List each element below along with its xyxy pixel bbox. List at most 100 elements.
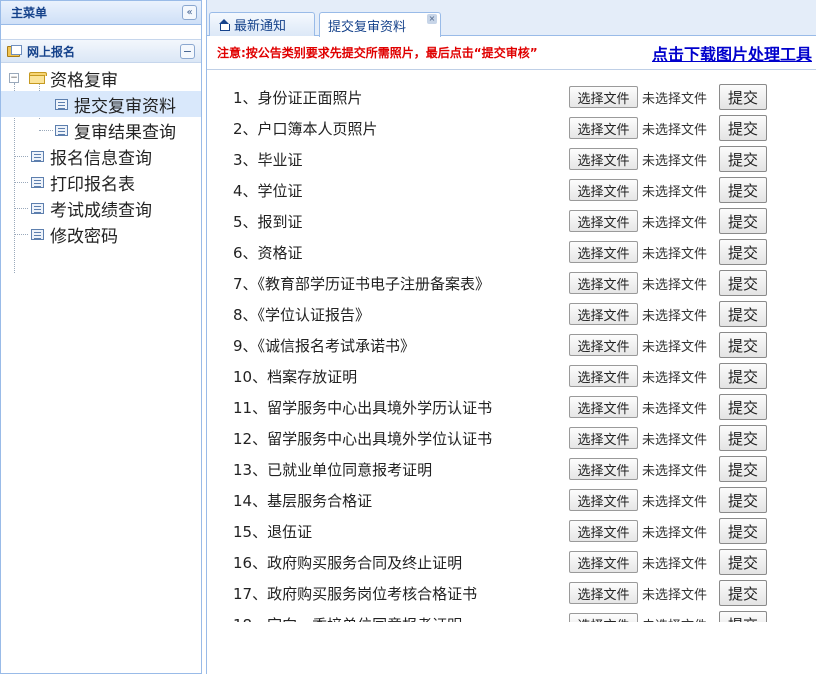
no-file-selected-text: 未选择文件 bbox=[642, 340, 708, 355]
tab-bar: 最新通知 提交复审资料 × bbox=[207, 0, 816, 37]
submit-button[interactable]: 提交 bbox=[719, 270, 767, 296]
app-root: 主菜单 « 网上报名 − − 资格复审 提交复审资料 复审结果查询 报名信息查询… bbox=[0, 0, 816, 674]
tab-label: 提交复审资料 bbox=[328, 19, 407, 35]
choose-file-button[interactable]: 选择文件 bbox=[569, 365, 638, 387]
submit-button[interactable]: 提交 bbox=[719, 177, 767, 203]
submit-button[interactable]: 提交 bbox=[719, 301, 767, 327]
main-menu-panel: 主菜单 « 网上报名 − − 资格复审 提交复审资料 复审结果查询 报名信息查询… bbox=[0, 0, 202, 674]
upload-form: 1、身份证正面照片 选择文件 未选择文件 提交 2、户口簿本人页照片 选择文件 未选择文件提… bbox=[207, 70, 816, 622]
tab-label: 最新通知 bbox=[234, 19, 287, 34]
tree-folder-label: 资格复审 bbox=[50, 70, 118, 91]
choose-file-button[interactable]: 选择文件 bbox=[569, 396, 638, 418]
no-file-selected-text: 未选择文件 bbox=[642, 526, 708, 541]
upload-item-label: 13、已就业单位同意报考证明 bbox=[233, 461, 433, 479]
choose-file-button[interactable]: 选择文件 bbox=[569, 241, 638, 263]
upload-row: 13、已就业单位同意报考证明 选择文件 未选择文件 提交 bbox=[207, 454, 816, 485]
submit-button[interactable]: 提交 bbox=[719, 332, 767, 358]
no-file-selected-text: 未选择文件 bbox=[642, 557, 708, 572]
submit-button[interactable]: 提交 bbox=[719, 239, 767, 265]
tree-item-exam-score-query[interactable]: 考试成绩查询 bbox=[1, 195, 201, 221]
submit-button[interactable]: 提交 bbox=[719, 580, 767, 606]
choose-file-button[interactable]: 选择文件 bbox=[569, 489, 638, 511]
tab-submit-review-materials[interactable]: 提交复审资料 × bbox=[319, 12, 441, 37]
upload-item-label: 15、退伍证 bbox=[233, 523, 313, 541]
download-tool-link[interactable]: 点击下载图片处理工具 bbox=[652, 41, 812, 65]
choose-file-button[interactable]: 选择文件 bbox=[569, 334, 638, 356]
close-tab-icon[interactable]: × bbox=[427, 14, 437, 24]
online-registration-header[interactable]: 网上报名 − bbox=[1, 39, 201, 63]
no-file-selected-text: 未选择文件 bbox=[642, 402, 708, 417]
upload-row: 6、资格证 选择文件 未选择文件 提交 bbox=[207, 237, 816, 268]
tree-item-print-registration-form[interactable]: 打印报名表 bbox=[1, 169, 201, 195]
choose-file-button[interactable]: 选择文件 bbox=[569, 179, 638, 201]
upload-row: 17、政府购买服务岗位考核合格证书 选择文件 未选择文件 提交 bbox=[207, 578, 816, 609]
choose-file-button[interactable]: 选择文件 bbox=[569, 86, 638, 108]
collapse-menu-icon[interactable]: « bbox=[182, 5, 197, 20]
upload-row: 12、留学服务中心出具境外学位认证书 选择文件 未选择文件 提交 bbox=[207, 423, 816, 454]
tree-item-submit-review-materials[interactable]: 提交复审资料 bbox=[1, 91, 201, 117]
submit-button[interactable]: 提交 bbox=[719, 394, 767, 420]
choose-file-button[interactable]: 选择文件 bbox=[569, 210, 638, 232]
choose-file-button[interactable]: 选择文件 bbox=[569, 272, 638, 294]
submit-button[interactable]: 提交 bbox=[719, 146, 767, 172]
upload-row: 2、户口簿本人页照片 选择文件 未选择文件 提交 bbox=[207, 113, 816, 144]
choose-file-button[interactable]: 选择文件 bbox=[569, 520, 638, 542]
tree-item-label: 打印报名表 bbox=[50, 174, 135, 195]
upload-item-label: 4、学位证 bbox=[233, 182, 303, 200]
minimize-group-icon[interactable]: − bbox=[180, 43, 195, 59]
no-file-selected-text: 未选择文件 bbox=[642, 464, 708, 479]
document-icon bbox=[31, 176, 44, 188]
upload-row: 10、档案存放证明 选择文件 未选择文件 提交 bbox=[207, 361, 816, 392]
tree-item-label: 提交复审资料 bbox=[74, 96, 176, 117]
tab-latest-notice[interactable]: 最新通知 bbox=[209, 12, 315, 36]
no-file-selected-text: 未选择文件 bbox=[642, 154, 708, 169]
choose-file-button[interactable]: 选择文件 bbox=[569, 458, 638, 480]
no-file-selected-text: 未选择文件 bbox=[642, 92, 708, 107]
upload-row: 18、定向、委培单位同意报考证明 选择文件未选择文件 提交 bbox=[207, 609, 816, 622]
submit-button[interactable]: 提交 bbox=[719, 456, 767, 482]
submit-button[interactable]: 提交 bbox=[719, 84, 767, 110]
tree-collapse-toggle-icon[interactable]: − bbox=[9, 73, 19, 83]
no-file-selected-text: 未选择文件 bbox=[642, 309, 708, 324]
notice-text: 注意:按公告类别要求先提交所需照片，最后点击“提交审核” bbox=[217, 46, 538, 60]
tree-item-registration-info-query[interactable]: 报名信息查询 bbox=[1, 143, 201, 169]
tree-item-change-password[interactable]: 修改密码 bbox=[1, 221, 201, 247]
submit-button[interactable]: 提交 bbox=[719, 363, 767, 389]
submit-button[interactable]: 提交 bbox=[719, 611, 767, 622]
no-file-selected-text: 未选择文件 bbox=[642, 495, 708, 510]
upload-item-label: 6、资格证 bbox=[233, 244, 303, 262]
no-file-selected-text: 未选择文件 bbox=[642, 123, 708, 138]
menu-tree: − 资格复审 提交复审资料 复审结果查询 报名信息查询 打印报名表 考试成绩查询… bbox=[1, 63, 201, 273]
no-file-selected-text: 未选择文件 bbox=[642, 588, 708, 603]
upload-item-label: 5、报到证 bbox=[233, 213, 303, 231]
submit-button[interactable]: 提交 bbox=[719, 487, 767, 513]
submit-button[interactable]: 提交 bbox=[719, 208, 767, 234]
submit-button[interactable]: 提交 bbox=[719, 115, 767, 141]
choose-file-button[interactable]: 选择文件 bbox=[569, 551, 638, 573]
submit-button[interactable]: 提交 bbox=[719, 518, 767, 544]
upload-item-label: 14、基层服务合格证 bbox=[233, 492, 373, 510]
no-file-selected-text: 未选择文件 bbox=[642, 371, 708, 386]
upload-item-label: 9、《诚信报名考试承诺书》 bbox=[233, 337, 416, 355]
tree-item-label: 报名信息查询 bbox=[50, 148, 152, 169]
upload-item-label: 16、政府购买服务合同及终止证明 bbox=[233, 554, 463, 572]
choose-file-button[interactable]: 选择文件 bbox=[569, 427, 638, 449]
tree-item-review-result-query[interactable]: 复审结果查询 bbox=[1, 117, 201, 143]
tree-item-label: 修改密码 bbox=[50, 226, 118, 247]
submit-button[interactable]: 提交 bbox=[719, 425, 767, 451]
choose-file-button[interactable]: 选择文件 bbox=[569, 303, 638, 325]
upload-item-label: 18、定向、委培单位同意报考证明 bbox=[233, 614, 462, 622]
upload-row: 15、退伍证 选择文件 未选择文件 提交 bbox=[207, 516, 816, 547]
choose-file-button[interactable]: 选择文件 bbox=[569, 148, 638, 170]
upload-item-label: 2、户口簿本人页照片 bbox=[233, 120, 378, 138]
choose-file-button[interactable]: 选择文件 bbox=[569, 582, 638, 604]
tree-item-label: 复审结果查询 bbox=[74, 122, 176, 143]
tree-folder-qualification-review[interactable]: − 资格复审 bbox=[1, 65, 201, 91]
upload-item-label: 8、《学位认证报告》 bbox=[233, 306, 371, 324]
choose-file-button[interactable]: 选择文件 bbox=[569, 613, 638, 622]
upload-row: 8、《学位认证报告》 选择文件 未选择文件 提交 bbox=[207, 299, 816, 330]
notice-bar: 注意:按公告类别要求先提交所需照片，最后点击“提交审核” 点击下载图片处理工具 bbox=[207, 36, 816, 70]
no-file-selected-text: 未选择文件 bbox=[642, 185, 708, 200]
choose-file-button[interactable]: 选择文件 bbox=[569, 117, 638, 139]
submit-button[interactable]: 提交 bbox=[719, 549, 767, 575]
